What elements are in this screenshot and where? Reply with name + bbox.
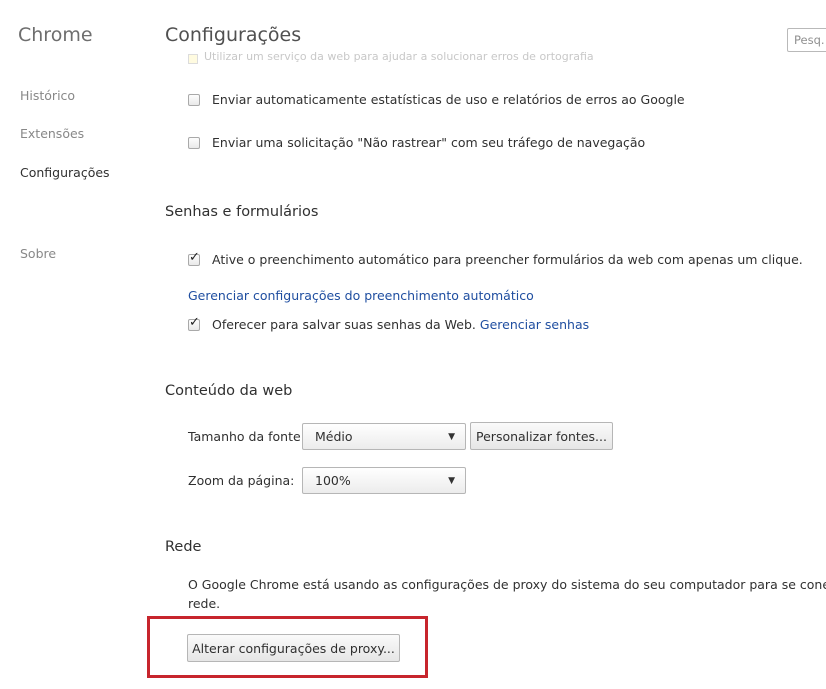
chrome-brand-title: Chrome	[18, 24, 93, 46]
save-passwords-checkbox[interactable]	[188, 315, 200, 331]
proxy-description-line2: rede.	[188, 596, 221, 611]
autofill-row: Ative o preenchimento automático para pr…	[188, 250, 803, 267]
passwords-section-title: Senhas e formulários	[165, 204, 319, 220]
network-section-title: Rede	[165, 539, 202, 555]
proxy-description-line1: O Google Chrome está usando as configura…	[188, 577, 826, 592]
autofill-label: Ative o preenchimento automático para pr…	[212, 252, 803, 267]
autofill-checkbox[interactable]	[188, 250, 200, 266]
highlight-box	[147, 616, 428, 678]
sidebar-item-historico[interactable]: Histórico	[20, 88, 75, 103]
customize-fonts-button[interactable]: Personalizar fontes...	[470, 422, 613, 450]
stats-label: Enviar automaticamente estatísticas de u…	[212, 92, 685, 107]
sidebar-item-extensoes[interactable]: Extensões	[20, 126, 84, 141]
font-size-select[interactable]: Médio ▼	[302, 423, 466, 450]
zoom-select[interactable]: 100% ▼	[302, 467, 466, 494]
manage-autofill-link[interactable]: Gerenciar configurações do preenchimento…	[188, 288, 534, 303]
save-passwords-label: Oferecer para salvar suas senhas da Web.	[212, 317, 476, 332]
search-input[interactable]: Pesq.	[787, 28, 826, 52]
faded-spellcheck-checkbox	[188, 54, 198, 64]
page-title: Configurações	[165, 24, 302, 46]
dnt-row: Enviar uma solicitação "Não rastrear" co…	[188, 135, 645, 150]
dnt-checkbox[interactable]	[188, 136, 200, 149]
font-size-label: Tamanho da fonte:	[188, 429, 305, 444]
web-content-section-title: Conteúdo da web	[165, 383, 293, 399]
sidebar-item-sobre[interactable]: Sobre	[20, 246, 56, 261]
manage-passwords-link[interactable]: Gerenciar senhas	[480, 317, 589, 332]
zoom-label: Zoom da página:	[188, 473, 295, 488]
chevron-down-icon: ▼	[448, 475, 455, 486]
font-size-value: Médio	[315, 429, 353, 444]
faded-spellcheck-label: Utilizar um serviço da web para ajudar a…	[204, 50, 594, 63]
stats-row: Enviar automaticamente estatísticas de u…	[188, 92, 685, 107]
stats-checkbox[interactable]	[188, 93, 200, 106]
zoom-value: 100%	[315, 473, 351, 488]
chevron-down-icon: ▼	[448, 431, 455, 442]
sidebar-item-configuracoes[interactable]: Configurações	[20, 165, 110, 180]
dnt-label: Enviar uma solicitação "Não rastrear" co…	[212, 135, 646, 150]
save-passwords-row: Oferecer para salvar suas senhas da Web.…	[188, 315, 589, 332]
